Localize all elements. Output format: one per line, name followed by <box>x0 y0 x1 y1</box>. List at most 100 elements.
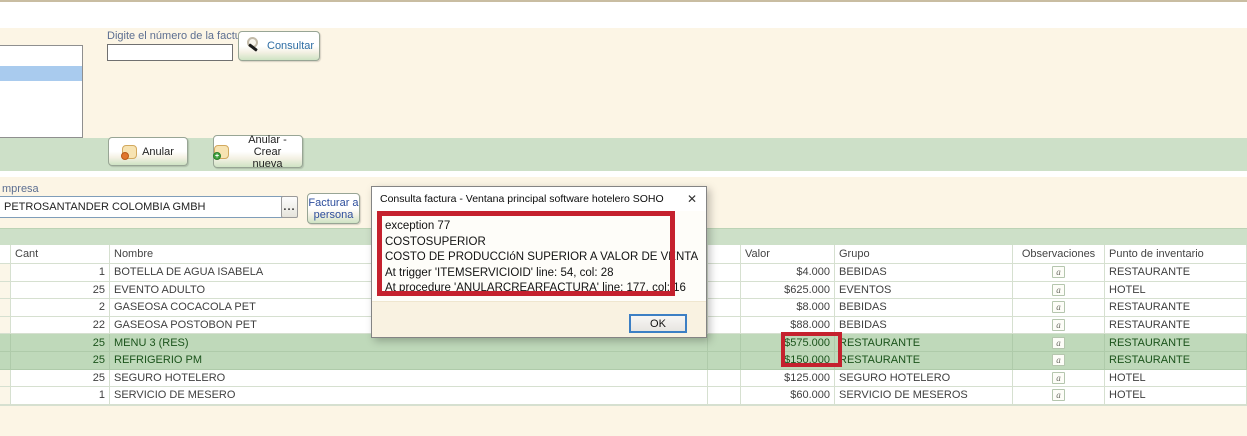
anular-icon <box>122 145 137 159</box>
cell-grupo: SERVICIO DE MESEROS <box>835 387 1013 405</box>
observaciones-cell[interactable]: a <box>1013 334 1105 352</box>
observaciones-cell[interactable]: a <box>1013 352 1105 370</box>
cell-valor: $8.000 <box>741 299 835 317</box>
cell-sel <box>0 334 11 352</box>
header-valor[interactable]: Valor <box>741 245 835 264</box>
cell-cant: 25 <box>11 352 110 370</box>
magnifier-icon <box>245 37 263 55</box>
cell-cant: 25 <box>11 334 110 352</box>
empresa-label: mpresa <box>2 183 39 195</box>
table-row[interactable]: 25REFRIGERIO PM$150.000RESTAURANTEaRESTA… <box>0 352 1247 370</box>
invoice-number-label: Digite el número de la factura <box>107 30 251 42</box>
cell-mid <box>708 299 741 317</box>
header-grupo[interactable]: Grupo <box>835 245 1013 264</box>
note-icon[interactable]: a <box>1052 372 1065 384</box>
cell-grupo: EVENTOS <box>835 282 1013 300</box>
cell-mid <box>708 317 741 335</box>
cell-grupo: BEBIDAS <box>835 299 1013 317</box>
cell-nombre: REFRIGERIO PM <box>110 352 708 370</box>
cell-mid <box>708 387 741 405</box>
note-icon[interactable]: a <box>1052 266 1065 278</box>
cell-mid <box>708 334 741 352</box>
cell-punto: RESTAURANTE <box>1105 264 1247 282</box>
cell-punto: RESTAURANTE <box>1105 299 1247 317</box>
cell-mid <box>708 352 741 370</box>
observaciones-cell[interactable]: a <box>1013 370 1105 388</box>
cell-mid <box>708 282 741 300</box>
facturar-button-label: Facturar a persona <box>308 197 358 221</box>
cell-punto: HOTEL <box>1105 387 1247 405</box>
note-icon[interactable]: a <box>1052 319 1065 331</box>
cell-grupo: RESTAURANTE <box>835 352 1013 370</box>
top-toolbar-strip <box>0 2 1247 28</box>
cell-cant: 25 <box>11 370 110 388</box>
invoice-number-input[interactable] <box>107 44 233 61</box>
cell-grupo: BEBIDAS <box>835 317 1013 335</box>
cell-sel <box>0 352 11 370</box>
cell-punto: RESTAURANTE <box>1105 317 1247 335</box>
facturar-a-persona-button[interactable]: Facturar a persona <box>307 193 360 224</box>
invoice-list[interactable] <box>0 45 83 138</box>
note-icon[interactable]: a <box>1052 301 1065 313</box>
header-selector <box>0 245 11 264</box>
annotation-box-valor-cells <box>781 332 842 367</box>
cell-nombre: SEGURO HOTELERO <box>110 370 708 388</box>
header-observaciones[interactable]: Observaciones <box>1013 245 1105 264</box>
table-row[interactable]: 1SERVICIO DE MESERO $60.000SERVICIO DE ME… <box>0 387 1247 405</box>
anular-button[interactable]: Anular <box>108 137 188 166</box>
note-icon[interactable]: a <box>1052 284 1065 296</box>
dialog-titlebar[interactable]: Consulta factura - Ventana principal sof… <box>372 187 706 211</box>
cell-punto: HOTEL <box>1105 282 1247 300</box>
note-icon[interactable]: a <box>1052 354 1065 366</box>
cell-grupo: SEGURO HOTELERO <box>835 370 1013 388</box>
observaciones-cell[interactable]: a <box>1013 299 1105 317</box>
cell-valor: $60.000 <box>741 387 835 405</box>
cell-sel <box>0 282 11 300</box>
cell-sel <box>0 264 11 282</box>
note-icon[interactable]: a <box>1052 337 1065 349</box>
cell-sel <box>0 370 11 388</box>
ok-button[interactable]: OK <box>629 314 687 333</box>
anular-crear-button-label: Anular - Crear nueva <box>233 134 302 170</box>
header-cant[interactable]: Cant <box>11 245 110 264</box>
anular-button-label: Anular <box>142 146 174 158</box>
cell-valor: $4.000 <box>741 264 835 282</box>
cell-nombre: SERVICIO DE MESERO <box>110 387 708 405</box>
anular-crear-nueva-button[interactable]: + Anular - Crear nueva <box>213 135 303 168</box>
cell-sel <box>0 387 11 405</box>
annotation-box-dialog-text <box>377 211 675 296</box>
consultar-button-label: Consultar <box>267 40 314 52</box>
anular-crear-icon: + <box>214 145 229 159</box>
cell-valor: $625.000 <box>741 282 835 300</box>
header-punto-inventario[interactable]: Punto de inventario <box>1105 245 1247 264</box>
cell-grupo: BEBIDAS <box>835 264 1013 282</box>
observaciones-cell[interactable]: a <box>1013 282 1105 300</box>
selected-list-row[interactable] <box>0 66 82 81</box>
divider-strip <box>0 171 1247 177</box>
note-icon[interactable]: a <box>1052 389 1065 401</box>
cell-cant: 25 <box>11 282 110 300</box>
cell-cant: 22 <box>11 317 110 335</box>
cell-punto: HOTEL <box>1105 370 1247 388</box>
observaciones-cell[interactable]: a <box>1013 317 1105 335</box>
observaciones-cell[interactable]: a <box>1013 387 1105 405</box>
cell-mid <box>708 370 741 388</box>
close-icon[interactable]: ✕ <box>678 187 706 211</box>
cell-cant: 2 <box>11 299 110 317</box>
cell-punto: RESTAURANTE <box>1105 334 1247 352</box>
cell-cant: 1 <box>11 387 110 405</box>
empresa-input[interactable] <box>0 196 283 218</box>
cell-valor: $125.000 <box>741 370 835 388</box>
cell-sel <box>0 317 11 335</box>
observaciones-cell[interactable]: a <box>1013 264 1105 282</box>
table-row[interactable]: 25SEGURO HOTELERO$125.000SEGURO HOTELERO… <box>0 370 1247 388</box>
dialog-title: Consulta factura - Ventana principal sof… <box>372 193 678 205</box>
cell-cant: 1 <box>11 264 110 282</box>
consultar-button[interactable]: Consultar <box>238 31 320 61</box>
browse-ellipsis-button[interactable]: ... <box>281 196 298 218</box>
cell-sel <box>0 299 11 317</box>
cell-punto: RESTAURANTE <box>1105 352 1247 370</box>
cell-grupo: RESTAURANTE <box>835 334 1013 352</box>
header-spacer <box>708 245 741 264</box>
cell-mid <box>708 264 741 282</box>
